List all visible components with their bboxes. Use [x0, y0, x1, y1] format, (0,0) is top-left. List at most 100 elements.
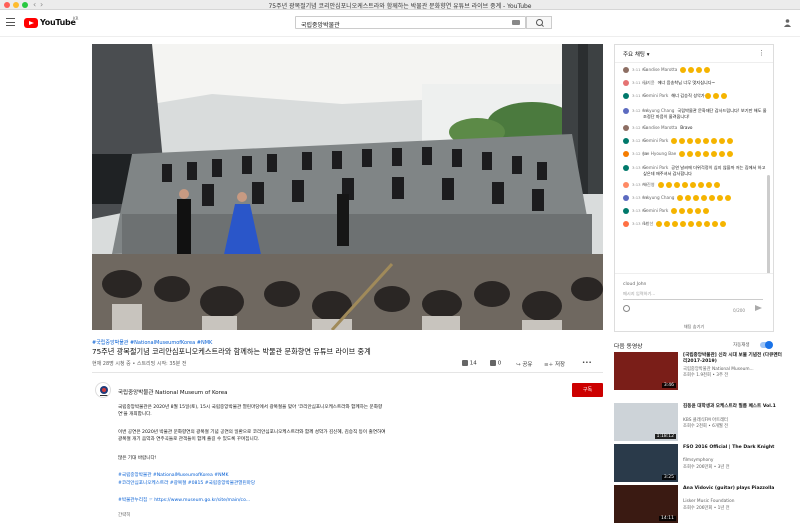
chat-author[interactable]: Inkyung Chang [643, 195, 674, 200]
recommended-channel[interactable]: Lisker Music Foundation [683, 499, 735, 504]
chat-message: 3:13 PM 1항선 [623, 221, 767, 227]
emoji-icon [704, 93, 711, 99]
recommended-video[interactable]: 1:18:12 김동윤 대학생과 오케스트라 필름 페스트 Vol.1 KBS 클래… [614, 403, 784, 443]
emoji-icon [720, 221, 727, 227]
emoji-icon [685, 195, 692, 201]
youtube-logo-icon[interactable] [24, 18, 38, 28]
menu-icon[interactable] [6, 18, 15, 26]
chat-avatar[interactable] [623, 165, 629, 171]
chat-avatar[interactable] [623, 125, 629, 131]
autoplay-toggle[interactable] [760, 341, 773, 349]
recommended-title[interactable]: 김동윤 대학생과 오케스트라 필름 페스트 Vol.1 [683, 404, 783, 410]
emoji-icon [657, 182, 664, 188]
chat-author[interactable]: Inkyung Chang [643, 108, 674, 113]
recommended-video[interactable]: 3:25 FSO 2016 Official | The Dark Knight f… [614, 444, 784, 484]
chat-input-area: cloud John 메시지 입력하기... 0/200 채팅 숨기기 [615, 273, 773, 331]
chat-avatar[interactable] [623, 93, 629, 99]
emoji-icon [719, 151, 726, 157]
search-input[interactable]: 국립중앙박물관 [295, 16, 526, 29]
emoji-icon [697, 182, 704, 188]
autoplay-label: 자동재생 [733, 343, 750, 348]
chat-avatar[interactable] [623, 208, 629, 214]
emoji-icon [695, 208, 702, 214]
channel-name[interactable]: 국립중앙박물관 National Museum of Korea [118, 388, 228, 396]
dislike-button[interactable]: 0 [490, 360, 501, 367]
chat-message-input[interactable]: 메시지 입력하기... [623, 291, 763, 300]
chat-avatar[interactable] [623, 108, 629, 114]
dislike-count: 0 [497, 360, 502, 367]
video-thumbnail[interactable]: 3:46 [614, 352, 678, 390]
recommended-title[interactable]: FSO 2016 Official | The Dark Knight [683, 445, 783, 451]
window-titlebar: ‹ › 75주년 광복절기념 코리안심포니오케스트라와 함께하는 박물관 문화향… [0, 0, 800, 10]
chat-avatar[interactable] [623, 138, 629, 144]
chat-message: 3:13 PM Inkyung Chang [623, 195, 767, 201]
chat-timestamp: 3:13 PM [632, 221, 648, 226]
description-paragraph-1: 국립중앙박물관은 2020년 8월 15일(토), 15시 국립중앙박물관 열린… [118, 405, 383, 417]
video-thumbnail[interactable]: 1:18:12 [614, 403, 678, 441]
chat-timestamp: 3:13 PM [632, 182, 648, 187]
chat-scrollbar[interactable] [767, 175, 770, 275]
emoji-icon [703, 138, 710, 144]
like-button[interactable]: 14 [462, 360, 477, 367]
emoji-icon [711, 151, 718, 157]
hide-chat-button[interactable]: 채팅 숨기기 [615, 324, 773, 330]
channel-avatar[interactable] [95, 382, 111, 398]
recommended-title[interactable]: [국립중앙박물관] 신라 시대 보물 기념전 (다큐멘터리2017-2019) [683, 353, 783, 365]
chat-avatar[interactable] [623, 80, 629, 86]
recommended-video[interactable]: 3:46 [국립중앙박물관] 신라 시대 보물 기념전 (다큐멘터리2017-20… [614, 352, 784, 392]
search-button[interactable] [526, 16, 552, 29]
keyboard-icon[interactable] [512, 20, 520, 25]
chat-avatar[interactable] [623, 221, 629, 227]
subscribe-button[interactable]: 구독 [572, 383, 603, 397]
description-hashtags-1[interactable]: #국립중앙박물관 #NationalMuseumofKorea #NMK [118, 473, 388, 480]
video-meta: 현재 28명 시청 중 • 스트리밍 시작: 35분 전 [92, 361, 187, 367]
show-less-button[interactable]: 간략히 [118, 512, 130, 518]
chat-timestamp: 3:12 PM [632, 138, 648, 143]
chat-avatar[interactable] [623, 195, 629, 201]
chat-author[interactable]: Candise Marotta [643, 125, 677, 130]
chat-text: 에너 음송착님 너무 멋지십니다~ [657, 80, 716, 85]
chat-avatar[interactable] [623, 67, 629, 73]
recommended-channel[interactable]: filmsymphony [683, 458, 713, 463]
more-actions-button[interactable]: ••• [582, 360, 592, 366]
video-thumbnail[interactable]: 14:11 [614, 485, 678, 523]
chat-message: 3:13 PM Gemini Park [623, 208, 767, 214]
share-label: 공유 [522, 362, 533, 368]
recommended-title[interactable]: Ana Vidovic (guitar) plays Piazzolla [683, 486, 783, 492]
description-link[interactable]: #박물관누리집 ☞ https://www.museum.go.kr/site/… [118, 498, 388, 505]
emoji-icon [711, 138, 718, 144]
chat-message: 3:12 PM Jae Hyoung Bae [623, 151, 767, 157]
chat-timestamp: 3:13 PM [632, 165, 648, 170]
top-bar: YouTube KR 국립중앙박물관 [0, 10, 800, 37]
chat-message: 3:11 PM 김지윤 에너 음송착님 너무 멋지십니다~ [623, 80, 767, 86]
share-button[interactable]: ↪ 공유 [516, 360, 532, 368]
video-player[interactable] [92, 44, 603, 330]
recommended-video[interactable]: 14:11 Ana Vidovic (guitar) plays Piazzoll… [614, 485, 784, 525]
description-hashtags-2[interactable]: #코리안심포니오케스트라 #광복절 #0815 #국립중앙박물관열린마당 [118, 481, 388, 488]
emoji-icon [689, 182, 696, 188]
chat-mode-dropdown[interactable]: 주요 채팅 ▾ [623, 50, 650, 58]
video-hashtags[interactable]: #국립중앙박물관 #NationalMuseumofKorea #NMK [92, 339, 212, 346]
save-button[interactable]: ≡+ 저장 [544, 360, 565, 368]
chat-more-icon[interactable]: ⋮ [758, 49, 765, 57]
account-icon[interactable] [784, 19, 791, 27]
emoji-icon [696, 67, 703, 73]
emoji-icon [727, 151, 734, 157]
video-thumbnail[interactable]: 3:25 [614, 444, 678, 482]
chat-timestamp: 3:11 PM [632, 80, 648, 85]
send-icon[interactable] [755, 305, 762, 311]
emoji-icon [712, 221, 719, 227]
live-chat-panel: 주요 채팅 ▾ ⋮ 3:11 PM Candise Marotta 3:11 PM 김… [614, 44, 774, 332]
chat-author[interactable]: Candise Marotta [643, 67, 677, 72]
chat-avatar[interactable] [623, 151, 629, 157]
chat-avatar[interactable] [623, 182, 629, 188]
chat-author[interactable]: Jae Hyoung Bae [643, 151, 676, 156]
description-paragraph-3: 많은 기대 바랍니다! [118, 456, 157, 461]
window-title: 75주년 광복절기념 코리안심포니오케스트라와 함께하는 박물관 문화향연 유튜… [268, 3, 532, 10]
emoji-icon[interactable] [623, 305, 630, 312]
share-icon: ↪ [516, 362, 521, 368]
chat-timestamp: 3:13 PM [632, 208, 648, 213]
thumbs-up-icon [462, 360, 468, 366]
youtube-wordmark[interactable]: YouTube [40, 18, 76, 27]
chat-message: 3:12 PM Candise Marotta Bravo [623, 125, 767, 131]
